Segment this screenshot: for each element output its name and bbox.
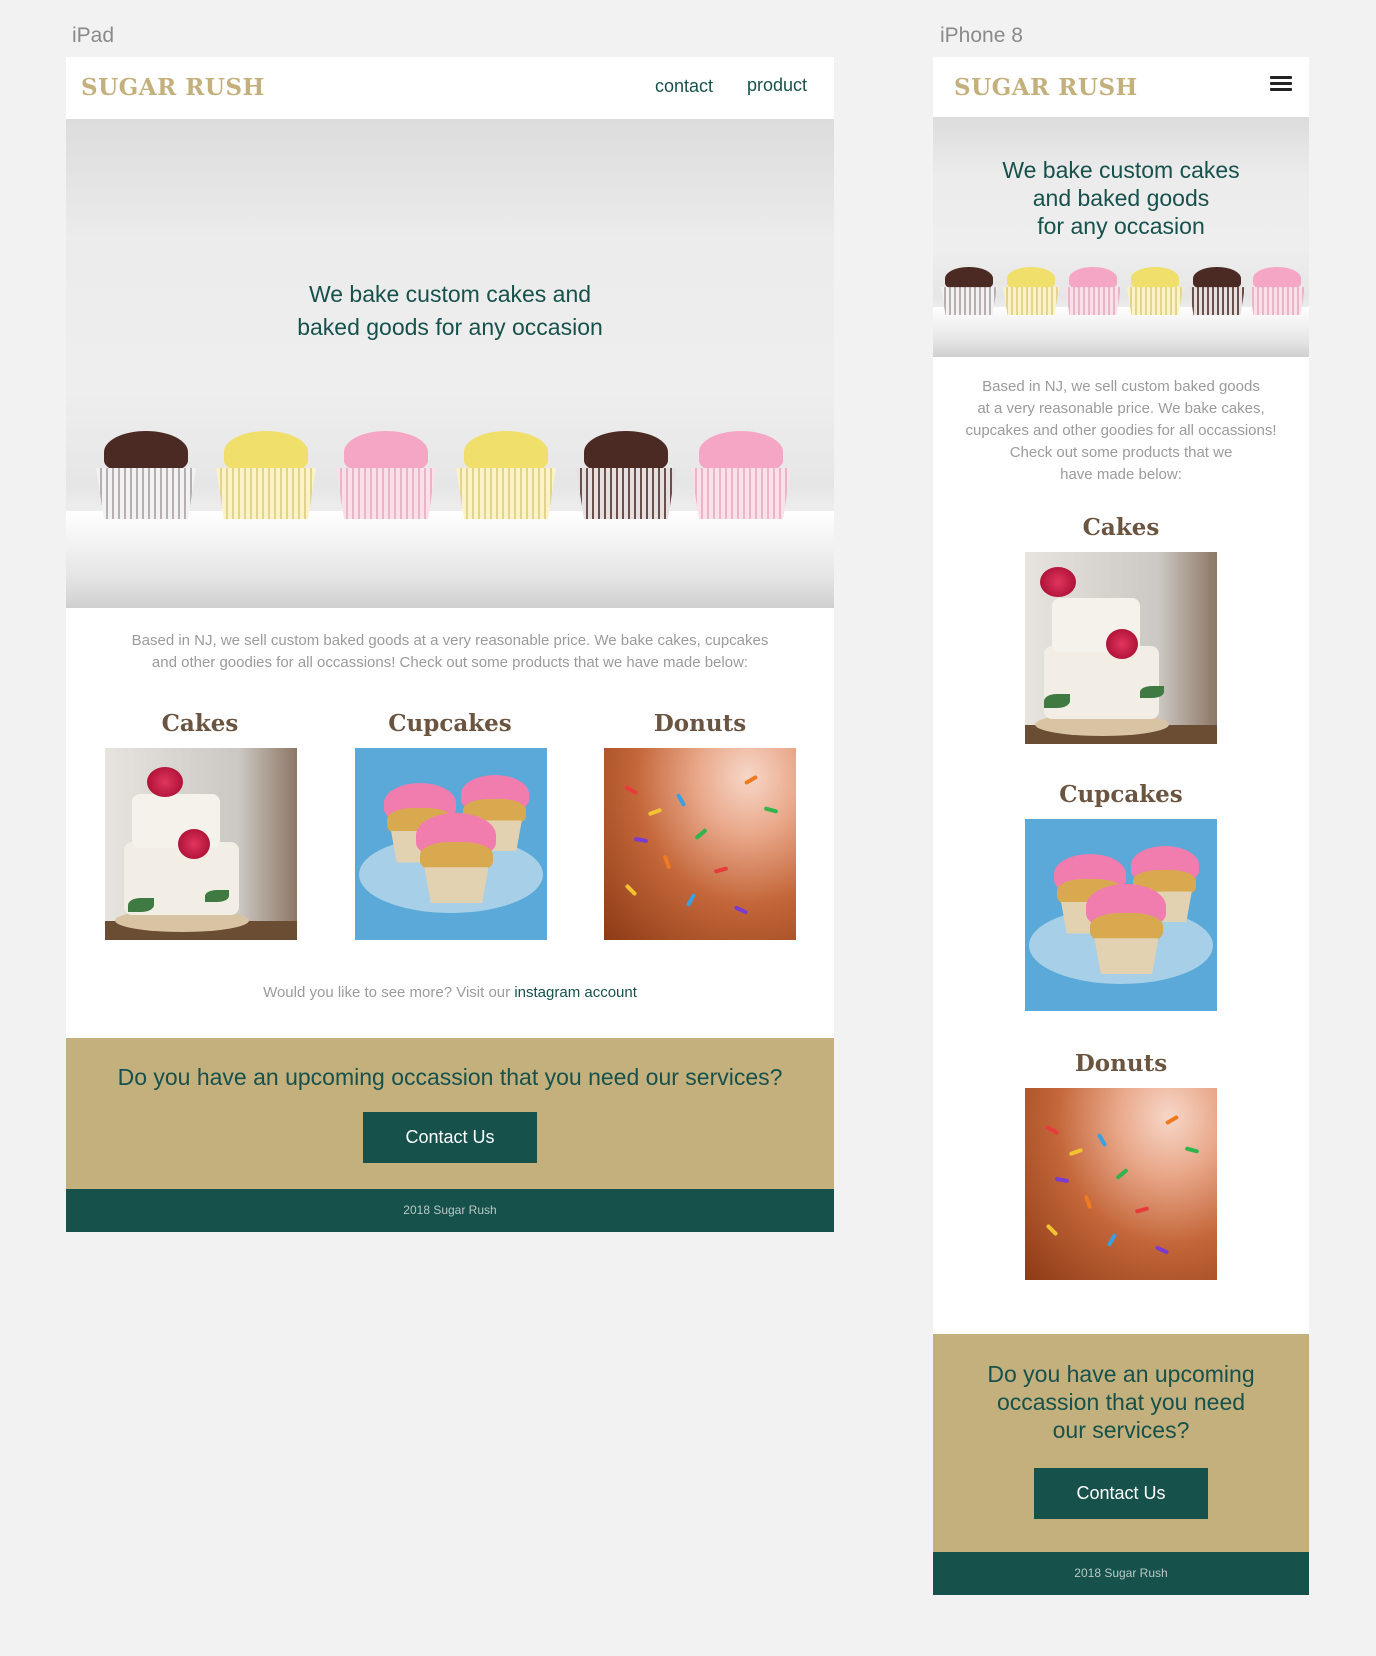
- intro-mobile-line4: Check out some products that we: [1009, 444, 1233, 461]
- intro-mobile-line2: at a very reasonable price. We bake cake…: [977, 400, 1265, 417]
- hero-mobile-cupcake-3: [1065, 267, 1121, 315]
- ipad-frame: SUGAR RUSH contact product We bake custo…: [66, 57, 834, 1232]
- intro-text-mobile: Based in NJ, we sell custom baked goods …: [941, 376, 1301, 486]
- iphone-frame-label: iPhone 8: [940, 24, 1023, 47]
- cta-headline-mobile: Do you have an upcoming occassion that y…: [933, 1360, 1309, 1444]
- cupcakes-photo-mobile[interactable]: [1025, 819, 1217, 1011]
- logo-mobile[interactable]: SUGAR RUSH: [954, 74, 1138, 101]
- footer: 2018 Sugar Rush: [66, 1189, 834, 1232]
- cakes-photo-mobile[interactable]: [1025, 552, 1217, 744]
- hero-shelf: [66, 511, 834, 608]
- product-title-cakes-mobile: Cakes: [1082, 514, 1160, 541]
- instagram-link[interactable]: instagram account: [514, 984, 637, 1001]
- instagram-callout: Would you like to see more? Visit our in…: [66, 984, 834, 1001]
- hamburger-menu-icon[interactable]: [1270, 76, 1292, 92]
- intro-line1: Based in NJ, we sell custom baked goods …: [131, 632, 769, 649]
- intro-mobile-line5: have made below:: [1060, 466, 1182, 483]
- ipad-frame-label: iPad: [72, 24, 115, 47]
- hero-cupcake-chocolate: [96, 431, 196, 519]
- cta-mobile-line3: our services?: [1052, 1417, 1190, 1443]
- hero-headline-mobile: We bake custom cakes and baked goods for…: [933, 156, 1309, 240]
- iphone-frame: SUGAR RUSH We bake custom cakes and bake…: [933, 57, 1309, 1595]
- hero-headline: We bake custom cakes and baked goods for…: [66, 278, 834, 344]
- nav-contact-link[interactable]: contact: [655, 76, 713, 97]
- cta-headline: Do you have an upcoming occassion that y…: [117, 1064, 783, 1090]
- donuts-photo-mobile[interactable]: [1025, 1088, 1217, 1280]
- product-title-cupcakes-mobile: Cupcakes: [1059, 781, 1183, 808]
- product-title-cupcakes: Cupcakes: [388, 710, 512, 737]
- cupcakes-photo[interactable]: [355, 748, 547, 940]
- cta-section: Do you have an upcoming occassion that y…: [66, 1038, 834, 1189]
- hero-mobile-cupcake-2: [1003, 267, 1059, 315]
- footer-mobile: 2018 Sugar Rush: [933, 1552, 1309, 1595]
- product-title-cakes: Cakes: [161, 710, 239, 737]
- cta-section-mobile: Do you have an upcoming occassion that y…: [933, 1334, 1309, 1552]
- cakes-photo[interactable]: [105, 748, 297, 940]
- hero-banner-mobile: We bake custom cakes and baked goods for…: [933, 117, 1309, 357]
- hero-banner: We bake custom cakes and baked goods for…: [66, 119, 834, 608]
- product-title-donuts: Donuts: [653, 710, 747, 737]
- hero-headline-line1: We bake custom cakes and: [308, 281, 592, 307]
- hero-mobile-line1: We bake custom cakes: [1002, 157, 1240, 183]
- instagram-callout-text: Would you like to see more? Visit our: [263, 984, 515, 1001]
- contact-us-button-mobile[interactable]: Contact Us: [1034, 1468, 1208, 1519]
- hero-cupcake-pink-2: [691, 431, 791, 519]
- hero-cupcake-yellow: [216, 431, 316, 519]
- hero-mobile-cupcake-6: [1249, 267, 1305, 315]
- intro-text: Based in NJ, we sell custom baked goods …: [86, 630, 814, 674]
- donuts-photo[interactable]: [604, 748, 796, 940]
- hero-mobile-cupcake-5: [1189, 267, 1245, 315]
- navbar-mobile: SUGAR RUSH: [933, 57, 1309, 117]
- intro-mobile-line1: Based in NJ, we sell custom baked goods: [982, 378, 1260, 395]
- logo[interactable]: SUGAR RUSH: [81, 74, 265, 101]
- contact-us-button[interactable]: Contact Us: [363, 1112, 537, 1163]
- hero-mobile-cupcake-4: [1127, 267, 1183, 315]
- cta-mobile-line2: occassion that you need: [996, 1389, 1246, 1415]
- hero-headline-line2: baked goods for any occasion: [297, 314, 603, 340]
- hero-cupcake-pink: [336, 431, 436, 519]
- hero-cupcake-yellow-2: [456, 431, 556, 519]
- hero-cupcake-chocolate-2: [576, 431, 676, 519]
- navbar: SUGAR RUSH contact product: [66, 57, 834, 119]
- product-title-donuts-mobile: Donuts: [1074, 1050, 1168, 1077]
- nav-product-link[interactable]: product: [747, 75, 807, 96]
- hero-mobile-line2: and baked goods: [1032, 185, 1210, 211]
- cta-mobile-line1: Do you have an upcoming: [987, 1361, 1255, 1387]
- intro-mobile-line3: cupcakes and other goodies for all occas…: [965, 422, 1277, 439]
- hero-mobile-cupcake-1: [941, 267, 997, 315]
- intro-line2: and other goodies for all occassions! Ch…: [151, 654, 749, 671]
- hero-mobile-line3: for any occasion: [1037, 213, 1205, 239]
